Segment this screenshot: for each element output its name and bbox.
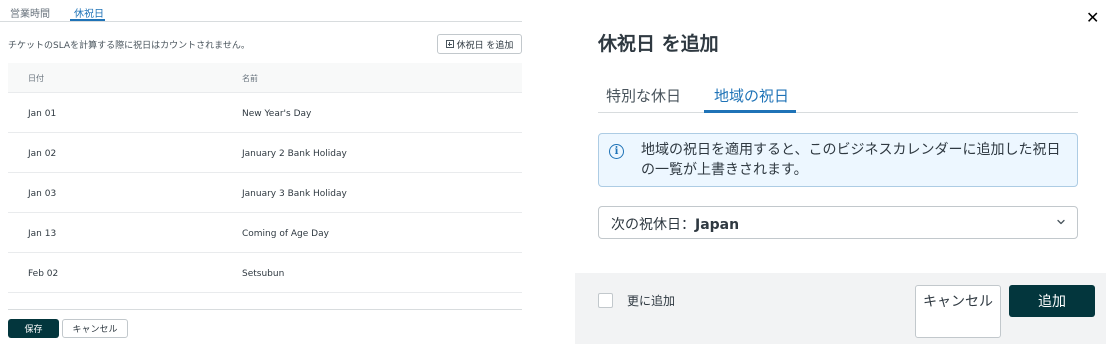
modal-tabs: 特別な休日 地域の祝日 bbox=[598, 80, 1078, 113]
holiday-settings-panel: 営業時間 休祝日 チケットのSLAを計算する際に祝日はカウントされません。 休祝… bbox=[0, 0, 530, 344]
holiday-name: January 2 Bank Holiday bbox=[242, 149, 347, 159]
info-icon: i bbox=[609, 144, 624, 159]
holiday-note: チケットのSLAを計算する際に祝日はカウントされません。 bbox=[8, 41, 250, 51]
table-row[interactable]: Jan 02 January 2 Bank Holiday bbox=[8, 133, 522, 173]
active-tab-indicator bbox=[704, 110, 796, 113]
add-more-checkbox[interactable] bbox=[598, 293, 613, 308]
region-select-label: 次の祝休日：Japan bbox=[611, 214, 739, 234]
info-notice: i 地域の祝日を適用すると、このビジネスカレンダーに追加した祝日の一覧が上書きさ… bbox=[598, 133, 1078, 187]
holiday-table: 日付 名前 Jan 01 New Year's Day Jan 02 Janua… bbox=[8, 63, 522, 293]
table-row[interactable]: Jan 03 January 3 Bank Holiday bbox=[8, 173, 522, 213]
table-row[interactable]: Jan 01 New Year's Day bbox=[8, 93, 522, 133]
holiday-date: Jan 01 bbox=[28, 109, 57, 119]
table-header: 日付 名前 bbox=[8, 63, 522, 93]
cancel-button[interactable]: キャンセル bbox=[62, 319, 128, 338]
info-text: 地域の祝日を適用すると、このビジネスカレンダーに追加した祝日の一覧が上書きされま… bbox=[641, 142, 1061, 178]
modal-title: 休祝日 を追加 bbox=[598, 33, 719, 55]
modal-footer: 更に追加 キャンセル 追加 bbox=[575, 273, 1106, 344]
column-header-date: 日付 bbox=[28, 74, 44, 83]
holiday-date: Jan 02 bbox=[28, 149, 57, 159]
add-holiday-label: 休祝日 を追加 bbox=[456, 40, 514, 51]
holiday-name: Coming of Age Day bbox=[242, 229, 329, 239]
footer-divider bbox=[8, 309, 522, 310]
add-more-label[interactable]: 更に追加 bbox=[627, 292, 675, 309]
holiday-name: January 3 Bank Holiday bbox=[242, 189, 347, 199]
holiday-name: New Year's Day bbox=[242, 109, 312, 119]
chevron-down-icon bbox=[1057, 219, 1065, 225]
tab-special-holiday[interactable]: 特別な休日 bbox=[606, 85, 681, 106]
tab-holidays[interactable]: 休祝日 bbox=[74, 5, 104, 20]
holiday-date: Jan 13 bbox=[28, 229, 57, 239]
save-button[interactable]: 保存 bbox=[8, 319, 59, 338]
plus-square-icon bbox=[445, 40, 454, 48]
add-holiday-modal: ✕ 休祝日 を追加 特別な休日 地域の祝日 i 地域の祝日を適用すると、このビジ… bbox=[575, 0, 1106, 344]
modal-cancel-button[interactable]: キャンセル bbox=[915, 285, 1001, 338]
region-select-prefix: 次の祝休日： bbox=[611, 217, 695, 233]
holiday-date: Jan 03 bbox=[28, 189, 57, 199]
close-icon[interactable]: ✕ bbox=[1086, 8, 1099, 28]
table-row[interactable]: Jan 13 Coming of Age Day bbox=[8, 213, 522, 253]
settings-tabs: 営業時間 休祝日 bbox=[0, 0, 522, 22]
region-select[interactable]: 次の祝休日：Japan bbox=[598, 206, 1078, 239]
table-row[interactable]: Feb 02 Setsubun bbox=[8, 253, 522, 293]
tab-business-hours[interactable]: 営業時間 bbox=[10, 5, 50, 20]
add-holiday-button[interactable]: 休祝日 を追加 bbox=[437, 34, 522, 54]
holiday-date: Feb 02 bbox=[28, 269, 59, 279]
tab-regional-holidays[interactable]: 地域の祝日 bbox=[714, 85, 789, 106]
active-tab-indicator bbox=[70, 19, 105, 21]
region-select-value: Japan bbox=[695, 217, 740, 233]
add-button[interactable]: 追加 bbox=[1009, 285, 1095, 317]
column-header-name: 名前 bbox=[242, 74, 258, 83]
holiday-name: Setsubun bbox=[242, 269, 285, 279]
